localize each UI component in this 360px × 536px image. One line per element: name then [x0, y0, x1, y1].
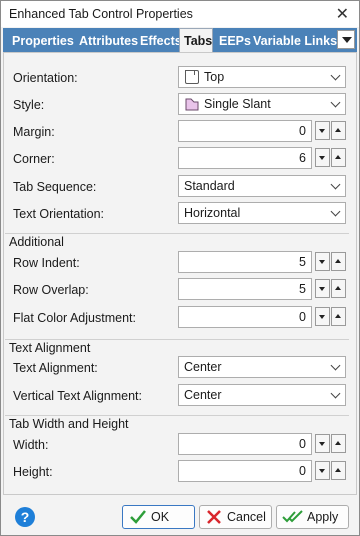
row-indent-label: Row Indent: [13, 256, 80, 270]
style-combo[interactable]: Single Slant [178, 93, 346, 115]
flat-color-adjustment-input[interactable]: 0 [178, 306, 312, 328]
decrement-button[interactable] [315, 461, 330, 480]
row-indent-input[interactable]: 5 [178, 251, 312, 273]
chevron-down-icon [330, 360, 341, 371]
chevron-down-icon [330, 97, 341, 108]
ok-label: OK [151, 510, 170, 524]
tab-sequence-label: Tab Sequence: [13, 180, 97, 194]
text-orientation-value: Horizontal [184, 206, 241, 220]
chevron-down-icon [330, 70, 341, 81]
decrement-button[interactable] [315, 148, 330, 167]
margin-label: Margin: [13, 125, 55, 139]
section-divider [5, 415, 349, 416]
tab-attributes[interactable]: Attributes [75, 31, 142, 52]
double-checkmark-icon [282, 510, 303, 523]
decrement-button[interactable] [315, 307, 330, 326]
flat-color-adjustment-spinner: 0 [178, 306, 346, 328]
orientation-label: Orientation: [13, 71, 78, 85]
width-spinner: 0 [178, 433, 346, 455]
style-value: Single Slant [204, 97, 271, 111]
tab-sequence-combo[interactable]: Standard [178, 175, 346, 197]
text-alignment-value: Center [184, 360, 222, 374]
tab-overflow-dropdown[interactable] [337, 30, 355, 49]
vertical-text-alignment-value: Center [184, 388, 222, 402]
width-label: Width: [13, 438, 49, 452]
width-input[interactable]: 0 [178, 433, 312, 455]
apply-button[interactable]: Apply [276, 505, 349, 529]
margin-input[interactable]: 0 [178, 120, 312, 142]
cancel-button[interactable]: Cancel [199, 505, 272, 529]
row-overlap-spinner: 5 [178, 278, 346, 300]
increment-button[interactable] [331, 121, 346, 140]
increment-button[interactable] [331, 252, 346, 271]
vertical-text-alignment-label: Vertical Text Alignment: [13, 389, 143, 403]
decrement-button[interactable] [315, 121, 330, 140]
chevron-down-icon [330, 388, 341, 399]
orientation-value: Top [204, 70, 225, 84]
tab-properties[interactable]: Properties [8, 31, 78, 52]
height-label: Height: [13, 465, 53, 479]
increment-button[interactable] [331, 434, 346, 453]
title-bar: Enhanced Tab Control Properties ✕ [1, 1, 359, 27]
increment-button[interactable] [331, 279, 346, 298]
text-alignment-label: Text Alignment: [13, 361, 98, 375]
text-alignment-group-title: Text Alignment [9, 341, 91, 355]
cancel-label: Cancel [227, 510, 266, 524]
height-input[interactable]: 0 [178, 460, 312, 482]
close-icon[interactable]: ✕ [336, 4, 349, 24]
window-title: Enhanced Tab Control Properties [9, 7, 193, 21]
help-button[interactable]: ? [15, 507, 35, 527]
chevron-down-icon [330, 206, 341, 217]
dialog-window: Enhanced Tab Control Properties ✕ Proper… [0, 0, 360, 536]
row-overlap-label: Row Overlap: [13, 283, 89, 297]
row-indent-spinner: 5 [178, 251, 346, 273]
margin-spinner: 0 [178, 120, 346, 142]
style-label: Style: [13, 98, 45, 112]
vertical-text-alignment-combo[interactable]: Center [178, 384, 346, 406]
row-overlap-input[interactable]: 5 [178, 278, 312, 300]
increment-button[interactable] [331, 307, 346, 326]
tab-top-icon [185, 70, 199, 84]
section-divider [5, 233, 349, 234]
tab-size-group-title: Tab Width and Height [9, 417, 129, 431]
decrement-button[interactable] [315, 434, 330, 453]
section-divider [5, 339, 349, 340]
tab-sequence-value: Standard [184, 179, 235, 193]
text-orientation-combo[interactable]: Horizontal [178, 202, 346, 224]
increment-button[interactable] [331, 461, 346, 480]
corner-input[interactable]: 6 [178, 147, 312, 169]
tab-tabs[interactable]: Tabs [179, 28, 213, 53]
decrement-button[interactable] [315, 279, 330, 298]
slant-tab-icon [185, 98, 199, 111]
additional-group-title: Additional [9, 235, 64, 249]
ok-button[interactable]: OK [122, 505, 195, 529]
tab-strip: Properties Attributes Effects Tabs EEPs … [3, 28, 357, 53]
orientation-combo[interactable]: Top [178, 66, 346, 88]
tab-variable-links[interactable]: Variable Links [249, 31, 341, 52]
corner-spinner: 6 [178, 147, 346, 169]
corner-label: Corner: [13, 152, 55, 166]
height-spinner: 0 [178, 460, 346, 482]
decrement-button[interactable] [315, 252, 330, 271]
text-orientation-label: Text Orientation: [13, 207, 105, 221]
x-icon [207, 510, 221, 524]
chevron-down-icon [330, 179, 341, 190]
flat-color-adjustment-label: Flat Color Adjustment: [13, 311, 136, 325]
checkmark-icon [130, 510, 146, 524]
text-alignment-combo[interactable]: Center [178, 356, 346, 378]
increment-button[interactable] [331, 148, 346, 167]
apply-label: Apply [307, 510, 339, 524]
